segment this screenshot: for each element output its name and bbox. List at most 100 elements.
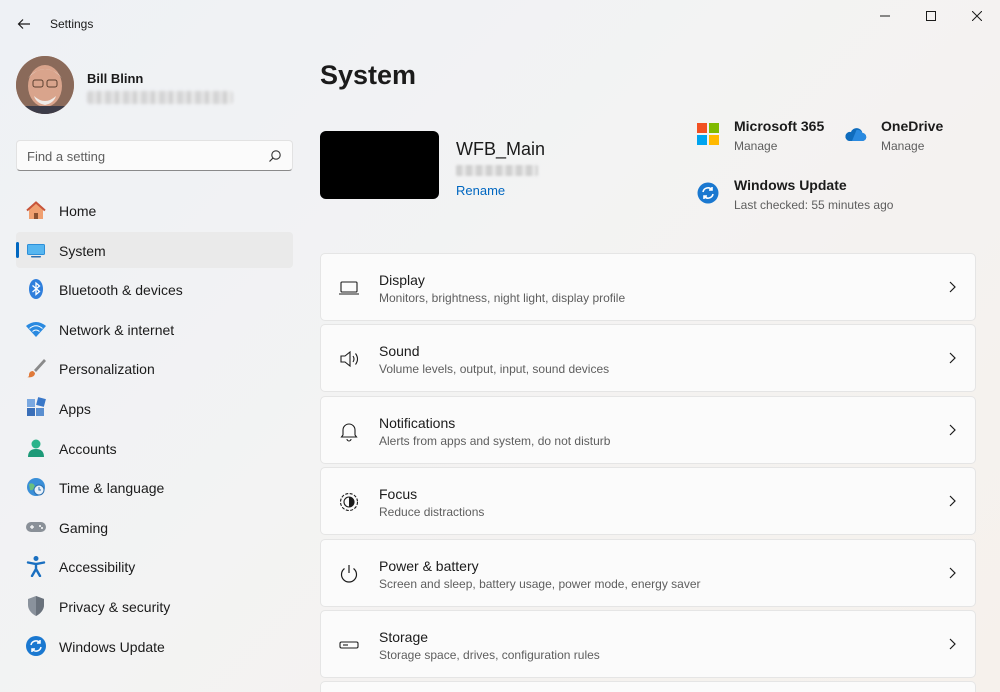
sidebar-item-apps[interactable]: Apps [16,390,293,426]
card-title: Display [379,272,425,288]
card-next-partial[interactable] [320,681,976,692]
card-subtitle: Volume levels, output, input, sound devi… [379,362,610,377]
device-model-redacted [456,165,538,176]
search-box[interactable] [16,140,293,171]
bell-icon [337,419,361,443]
sidebar-item-accounts[interactable]: Accounts [16,430,293,466]
bluetooth-icon [25,278,47,300]
card-subtitle: Storage space, drives, configuration rul… [379,647,600,662]
accessibility-icon [25,555,47,578]
accounts-icon [25,437,47,459]
update-title: Windows Update [734,177,847,193]
card-subtitle: Reduce distractions [379,505,485,520]
brush-icon [25,357,47,379]
chevron-right-icon [949,495,956,507]
sidebar-item-label: Home [59,203,97,219]
sidebar-item-label: Accessibility [59,559,136,576]
maximize-button[interactable] [908,0,954,32]
display-icon [337,276,361,300]
card-subtitle: Alerts from apps and system, do not dist… [379,433,611,448]
back-arrow-icon [17,19,30,29]
search-input[interactable] [27,146,257,166]
sidebar-item-home[interactable]: Home [16,192,293,228]
page-title: System [320,60,417,90]
title-bar: Settings [0,0,1000,48]
onedrive-cloud-icon [845,128,867,142]
chevron-right-icon [949,352,956,364]
windows-update-link[interactable]: Windows Update Last checked: 55 minutes … [696,177,946,217]
sidebar-item-gaming[interactable]: Gaming [16,509,293,545]
card-storage[interactable]: Storage Storage space, drives, configura… [320,609,976,678]
sidebar-item-label: Apps [59,400,91,417]
power-icon [337,562,361,586]
back-button[interactable] [10,12,38,36]
device-name: WFB_Main [456,139,546,159]
chevron-right-icon [949,638,956,650]
sidebar-item-personalization[interactable]: Personalization [16,350,293,386]
onedrive-title: OneDrive [881,118,944,134]
controller-icon [25,516,47,538]
sidebar-item-system[interactable]: System [16,231,293,268]
settings-list: Display Monitors, brightness, night ligh… [320,253,976,692]
sidebar-item-label: Personalization [59,361,155,378]
sidebar-item-network[interactable]: Network & internet [16,311,293,347]
microsoft-365-link[interactable]: Microsoft 365 Manage [696,118,836,158]
user-name: Bill Blinn [87,71,144,86]
wifi-icon [25,318,47,340]
user-profile[interactable]: Bill Blinn [16,56,296,116]
device-image [320,131,439,199]
m365-subtitle: Manage [734,139,778,153]
maximize-icon [926,11,936,21]
minimize-icon [880,15,890,17]
minimize-button[interactable] [862,0,908,32]
chevron-right-icon [949,567,956,578]
sidebar-item-label: Network & internet [59,321,175,338]
speaker-icon [337,347,361,371]
card-subtitle: Screen and sleep, battery usage, power m… [379,576,701,591]
sidebar-item-label: System [59,242,106,259]
app-title: Settings [50,17,94,31]
sidebar-item-label: Accounts [59,440,117,457]
card-display[interactable]: Display Monitors, brightness, night ligh… [320,253,976,321]
sidebar-item-label: Time & language [59,480,165,497]
globe-clock-icon [25,476,47,498]
card-notifications[interactable]: Notifications Alerts from apps and syste… [320,395,976,464]
system-icon [25,239,47,261]
sidebar-item-label: Privacy & security [59,598,171,615]
card-subtitle: Monitors, brightness, night light, displ… [379,291,626,305]
update-icon [697,182,719,204]
chevron-right-icon [949,281,956,293]
sidebar-item-accessibility[interactable]: Accessibility [16,548,293,584]
update-icon [25,635,47,657]
sidebar-item-label: Gaming [59,519,109,536]
sidebar-item-privacy[interactable]: Privacy & security [16,588,293,624]
storage-icon [337,633,361,657]
sidebar-item-time-language[interactable]: Time & language [16,469,293,505]
sidebar-item-bluetooth[interactable]: Bluetooth & devices [16,271,293,307]
onedrive-link[interactable]: OneDrive Manage [843,118,973,158]
close-icon [972,11,982,21]
user-email-redacted [87,91,233,104]
microsoft-logo-icon [697,123,719,145]
chevron-right-icon [949,424,956,436]
card-title: Power & battery [379,557,479,574]
update-subtitle: Last checked: 55 minutes ago [734,198,894,212]
sidebar-nav: Home System Bluetooth & devices Network … [16,192,293,667]
apps-icon [25,397,47,419]
shield-icon [25,595,47,617]
search-icon[interactable] [268,149,282,163]
sidebar-item-windows-update[interactable]: Windows Update [16,628,293,664]
card-sound[interactable]: Sound Volume levels, output, input, soun… [320,324,976,393]
card-title: Storage [379,628,429,645]
card-title: Notifications [379,414,456,431]
card-title: Focus [379,486,418,503]
card-power-battery[interactable]: Power & battery Screen and sleep, batter… [320,538,976,607]
m365-title: Microsoft 365 [734,118,825,134]
rename-link[interactable]: Rename [456,183,505,198]
card-focus[interactable]: Focus Reduce distractions [320,467,976,536]
sidebar-item-label: Windows Update [59,638,165,655]
avatar-photo [16,56,74,114]
focus-icon [337,490,361,514]
card-title: Sound [379,343,420,360]
close-button[interactable] [954,0,1000,32]
